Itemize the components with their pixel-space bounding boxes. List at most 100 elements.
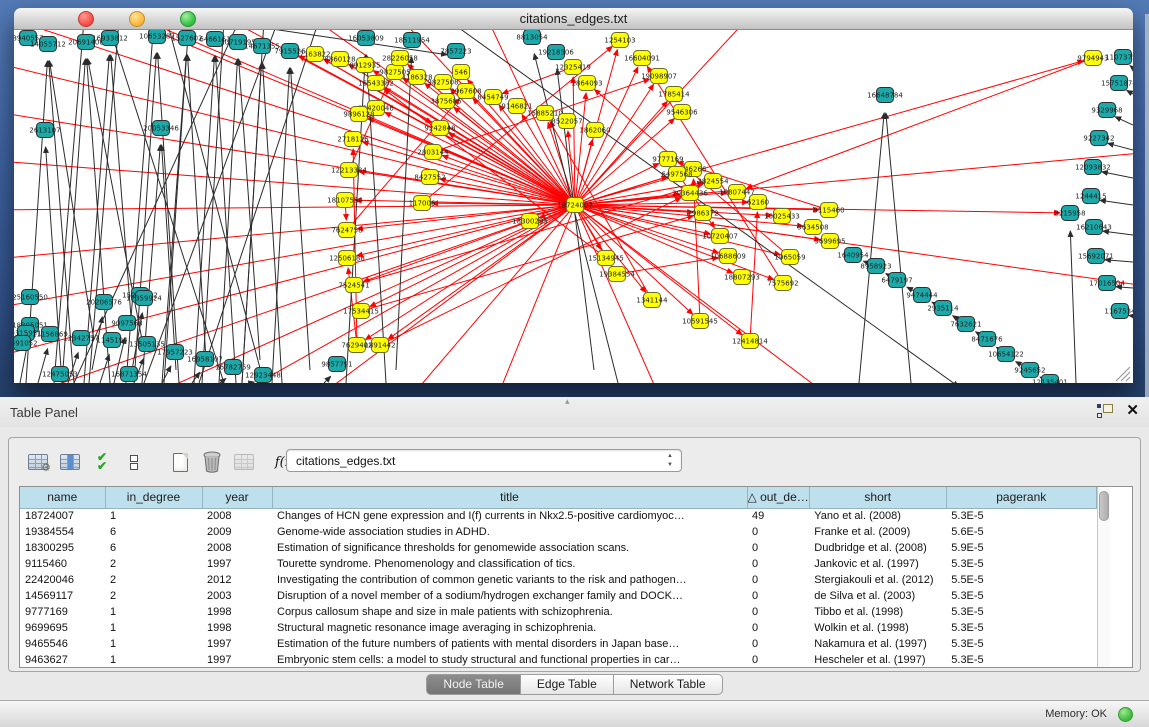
graph-node[interactable]: 9245652 [1014,363,1045,378]
graph-node[interactable]: 12325419 [555,60,591,75]
graph-node[interactable]: 19218506 [538,45,574,60]
graph-node[interactable]: 1864093 [571,76,602,91]
column-header-year[interactable]: year [202,487,272,508]
graph-node[interactable]: 8471676 [971,332,1003,347]
graph-node[interactable]: 25160550 [14,290,48,305]
graph-node[interactable]: 19098907 [641,69,677,84]
table-row[interactable]: 2242004622012Investigating the contribut… [20,572,1096,588]
graph-node[interactable]: 1862060 [579,123,610,138]
graph-node[interactable]: 9546306 [666,105,698,120]
table-row[interactable]: 946554611997Estimation of the future num… [20,636,1096,652]
graph-node[interactable]: 7857223 [440,44,471,59]
table-row[interactable]: 1938455462009Genome-wide association stu… [20,524,1096,540]
graph-node[interactable]: 1965059 [774,250,805,265]
graph-node[interactable]: 10688609 [710,249,746,264]
graph-node[interactable]: 6479197 [881,273,912,288]
graph-node[interactable]: 20206576 [86,295,122,310]
graph-node[interactable]: 18107554 [327,193,363,208]
graph-node[interactable]: 2613107 [29,123,60,138]
table-row[interactable]: 946362711997Embryonic stem cells: a mode… [20,652,1096,668]
graph-node[interactable]: 62160 [747,195,769,210]
graph-node[interactable]: 11073752 [1105,50,1133,65]
graph-node[interactable]: 9329968 [1091,103,1122,118]
graph-node[interactable]: 8813054 [516,30,548,45]
network-canvas[interactable]: 1872400718300295193845541170068427552280… [14,30,1133,383]
column-header-short[interactable]: short [809,487,946,508]
window-resize-grip[interactable] [1121,372,1130,381]
table-row[interactable]: 1830029562008Estimation of significance … [20,540,1096,556]
graph-node[interactable]: 17016504 [1089,276,1125,291]
table-selector-dropdown[interactable]: citations_edges.txt ▲▼ [286,449,682,472]
graph-node[interactable]: 2803144 [417,145,449,160]
table-row[interactable]: 1456911722003Disruption of a novel membe… [20,588,1096,604]
graph-node[interactable]: 2718126 [337,132,369,147]
cell-out_degree: 0 [747,620,809,636]
graph-node[interactable]: 17534415 [343,304,379,319]
graph-node[interactable]: 7632621 [950,317,981,332]
network-window-titlebar[interactable]: citations_edges.txt [14,8,1133,30]
graph-node[interactable]: 16210643 [1076,220,1112,235]
graph-node[interactable]: 1254103 [604,33,635,48]
graph-node[interactable]: 1785414 [658,87,690,102]
graph-node[interactable]: 8215958 [1054,206,1085,221]
graph-node[interactable]: 10653287 [139,30,175,44]
graph-node[interactable]: 546 [453,65,470,80]
splitter-grip-icon[interactable]: ▴ [565,396,570,407]
graph-node[interactable]: 16053809 [348,31,384,46]
graph-node[interactable]: 7575692 [767,276,798,291]
tab-network-table[interactable]: Network Table [614,674,723,695]
graph-node[interactable]: 16648784 [867,88,903,103]
table-row[interactable]: 977716911998Corpus callosum shape and si… [20,604,1096,620]
graph-node[interactable]: 28226058 [382,51,418,66]
table-row[interactable]: 969969511998Structural magnetic resonanc… [20,620,1096,636]
column-header-title[interactable]: title [272,487,747,508]
graph-node[interactable]: 10654122 [988,347,1024,362]
select-all-icon[interactable]: ✔✔ [87,448,117,476]
graph-node[interactable]: 10591545 [682,314,718,329]
graph-node[interactable]: 8958923 [860,259,891,274]
graph-node[interactable]: 1244415 [1075,189,1106,204]
table-scrollbar[interactable] [1097,487,1110,667]
graph-node[interactable]: 12213384 [331,163,367,178]
graph-node[interactable]: 9227342 [1083,131,1114,146]
table-mode-icon[interactable]: ⚙ [23,448,53,476]
show-columns-icon[interactable] [55,448,85,476]
graph-node[interactable]: 1167534 [1104,304,1133,319]
graph-node[interactable]: 117006 [409,196,436,211]
column-header-out_degree[interactable]: △ out_de… [747,487,809,508]
graph-node[interactable]: 3824554 [697,174,729,189]
scrollbar-thumb[interactable] [1099,491,1109,521]
column-header-name[interactable]: name [20,487,105,508]
delete-column-icon[interactable] [197,448,227,476]
window-resize-grip[interactable] [1126,377,1130,381]
graph-node[interactable]: 10720407 [702,229,738,244]
graph-node[interactable]: 16604091 [624,51,660,66]
table-row[interactable]: 911546021997Tourette syndrome. Phenomeno… [20,556,1096,572]
column-header-in_degree[interactable]: in_degree [105,487,202,508]
graph-node[interactable]: 15134945 [588,251,624,266]
graph-node[interactable]: 9634508 [797,220,828,235]
clear-selection-icon[interactable] [119,448,149,476]
graph-node[interactable]: 9794943 [1077,51,1108,66]
graph-node[interactable]: 20364436 [672,186,708,201]
graph-node[interactable]: 15751874 [1101,76,1133,91]
graph-node[interactable]: 18511954 [394,33,430,48]
table-row[interactable]: 1872400712008Changes of HCN gene express… [20,508,1096,524]
column-header-pagerank[interactable]: pagerank [946,487,1096,508]
graph-node[interactable]: 19384554 [599,267,635,282]
graph-node[interactable]: 10025433 [764,209,800,224]
graph-node[interactable]: 7524541 [338,278,369,293]
graph-node[interactable]: 20053346 [143,121,179,136]
tab-node-table[interactable]: Node Table [426,674,521,695]
float-panel-icon[interactable] [1097,404,1113,418]
close-panel-icon[interactable]: ✕ [1126,402,1139,420]
graph-node[interactable]: 1640954 [837,248,869,263]
graph-node[interactable]: 1341144 [636,293,668,308]
new-column-icon[interactable] [165,448,195,476]
tab-edge-table[interactable]: Edge Table [521,674,614,695]
memory-status-indicator[interactable] [1118,707,1133,722]
graph-node[interactable]: 15692071 [1078,249,1114,264]
graph-node[interactable]: 9699695 [814,234,845,249]
graph-node[interactable]: 9115460 [813,203,844,218]
graph-node[interactable]: 12506188 [329,251,365,266]
